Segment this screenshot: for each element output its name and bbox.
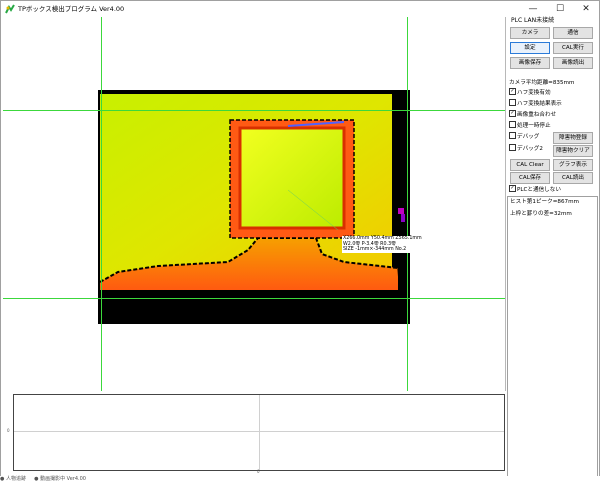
- checkbox-label: ハフ変換結果表示: [517, 101, 562, 107]
- depth-image: [98, 90, 410, 324]
- guide-line-v2: [407, 17, 408, 391]
- hough-result-checkbox[interactable]: ハフ変換結果表示: [509, 99, 562, 108]
- cal-clear-button[interactable]: CAL Clear: [510, 159, 550, 171]
- comm-button[interactable]: 通信: [553, 27, 593, 39]
- close-button[interactable]: ✕: [573, 1, 599, 17]
- cal-load-button[interactable]: CAL読出: [553, 172, 593, 184]
- checkbox-label: デバッグ: [517, 134, 540, 140]
- checkbox-box: [509, 132, 516, 139]
- guide-line-h1: [3, 110, 505, 111]
- window-title: TPボックス検出プログラム Ver4.00: [18, 5, 125, 13]
- taskbar-text: ● 人物追跡 ● 動画撮影中 Ver4.00: [0, 476, 86, 482]
- checkbox-box: ✓: [509, 185, 516, 192]
- checkbox-label: PLCと通信しない: [517, 187, 561, 193]
- checkbox-box: [509, 144, 516, 151]
- info-textbox[interactable]: ヒスト第1ピーク=867mm 上枠と罫りの差=32mm: [507, 196, 598, 477]
- graph-show-button[interactable]: グラフ表示: [553, 159, 593, 171]
- image-save-button[interactable]: 画像保存: [510, 57, 550, 69]
- overlay-line: X266.0mm Y50.4mm Z565.1mm: [343, 236, 422, 241]
- checkbox-box: ✓: [509, 88, 516, 95]
- maximize-button[interactable]: ☐: [547, 1, 573, 17]
- checkbox-label: 処理一時停止: [517, 123, 551, 129]
- guide-line-h2: [3, 298, 505, 299]
- hist-peak-text: ヒスト第1ピーク=867mm: [510, 199, 579, 205]
- top-bottom-diff-text: 上枠と罫りの差=32mm: [510, 211, 572, 217]
- hough-enable-checkbox[interactable]: ✓ ハフ変換有効: [509, 88, 551, 97]
- camera-distance-text: カメラ平均距離=835mm: [509, 80, 575, 86]
- plc-status-label: PLC LAN未接続: [511, 17, 555, 24]
- guide-line-v1: [101, 17, 102, 391]
- cal-exec-button[interactable]: CAL実行: [553, 42, 593, 54]
- plc-no-judge-checkbox[interactable]: ✓ PLCと通信しない: [509, 185, 561, 194]
- title-bar: TPボックス検出プログラム Ver4.00 — ☐ ✕: [1, 1, 599, 17]
- cal-save-button[interactable]: CAL保存: [510, 172, 550, 184]
- checkbox-box: ✓: [509, 110, 516, 117]
- control-panel: PLC LAN未接続 カメラ 通信 設定 CAL実行 画像保存 画像読出 カメラ…: [507, 17, 598, 477]
- graph-y-label: 0: [7, 428, 10, 433]
- graph-x-label: 0: [257, 469, 260, 474]
- checkbox-label: デバッグ2: [517, 146, 543, 152]
- overlay-line: SIZE -1mm×-344mm No.2: [343, 247, 407, 253]
- debug-checkbox[interactable]: デバッグ: [509, 132, 540, 141]
- checkbox-label: ハフ変換有効: [517, 90, 551, 96]
- camera-button[interactable]: カメラ: [510, 27, 550, 39]
- image-load-button[interactable]: 画像読出: [553, 57, 593, 69]
- graph-gridline: [259, 395, 260, 470]
- checkbox-box: [509, 121, 516, 128]
- app-icon: [5, 4, 15, 14]
- graph-panel: [13, 394, 505, 471]
- minimize-button[interactable]: —: [520, 1, 546, 17]
- pause-checkbox[interactable]: 処理一時停止: [509, 121, 551, 130]
- settings-button[interactable]: 設定: [510, 42, 550, 54]
- obstacle-clear-button[interactable]: 障害物クリア: [553, 145, 593, 157]
- checkbox-label: 画像重ね合わせ: [517, 112, 557, 118]
- debug2-checkbox[interactable]: デバッグ2: [509, 144, 543, 153]
- obstacle-register-button[interactable]: 障害物登録: [553, 132, 593, 144]
- checkbox-box: [509, 99, 516, 106]
- image-overlay-checkbox[interactable]: ✓ 画像重ね合わせ: [509, 110, 557, 119]
- taskbar-strip: ● 人物追跡 ● 動画撮影中 Ver4.00: [0, 476, 600, 483]
- measurement-overlay: X266.0mm Y50.4mm Z565.1mm W2.0零 P-3.4零 R0…: [342, 236, 423, 253]
